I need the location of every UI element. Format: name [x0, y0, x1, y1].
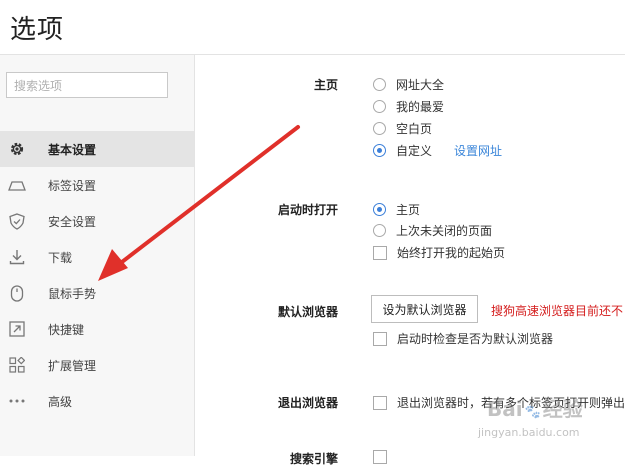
partial-checkbox-row[interactable]	[373, 450, 397, 464]
sidebar-item-advanced[interactable]: 高级	[0, 383, 194, 419]
sidebar-item-label: 高级	[48, 394, 73, 409]
sidebar-item-label: 快捷键	[48, 322, 85, 337]
sidebar-item-label: 安全设置	[48, 214, 97, 229]
radio-button[interactable]	[373, 78, 386, 91]
radio-button[interactable]	[373, 100, 386, 113]
sidebar-item-download[interactable]: 下载	[0, 239, 194, 275]
tab-icon	[8, 176, 26, 194]
startup-always-open-start-page[interactable]: 始终打开我的起始页	[373, 244, 505, 261]
sidebar-item-label: 鼠标手势	[48, 286, 97, 301]
homepage-section-label: 主页	[313, 78, 338, 92]
startup-section-label: 启动时打开	[277, 203, 338, 217]
gear-icon	[8, 140, 26, 158]
checkbox[interactable]	[373, 395, 387, 410]
page-title: 选项	[10, 15, 65, 45]
shield-icon	[8, 212, 26, 230]
download-icon	[8, 248, 26, 266]
shortcut-icon	[8, 320, 26, 338]
sidebar-item-label: 扩展管理	[48, 358, 97, 373]
radio-button[interactable]	[373, 122, 386, 135]
homepage-option-blank[interactable]: 空白页	[373, 120, 432, 137]
checkbox[interactable]	[373, 450, 387, 464]
radio-button-selected[interactable]	[373, 203, 386, 216]
search-input[interactable]: 搜索选项	[6, 72, 168, 98]
extensions-icon	[8, 356, 26, 374]
homepage-option-favorites[interactable]: 我的最爱	[373, 98, 444, 115]
default-browser-warning: 搜狗高速浏览器目前还不	[491, 304, 624, 318]
title-bar: 选项	[0, 0, 625, 55]
homepage-option-custom[interactable]: 自定义 设置网址	[373, 142, 502, 159]
sidebar-item-mouse-gestures[interactable]: 鼠标手势	[0, 275, 194, 311]
checkbox[interactable]	[373, 245, 387, 260]
homepage-option-hao123[interactable]: 网址大全	[373, 76, 444, 93]
watermark-logo: Bai 🐾 经验	[487, 397, 583, 421]
sidebar: 搜索选项 基本设置 标签设置 安全设置 下载 鼠标手势 快捷键 扩展管理 高级	[0, 55, 195, 456]
sidebar-item-extensions[interactable]: 扩展管理	[0, 347, 194, 383]
sidebar-item-shortcuts[interactable]: 快捷键	[0, 311, 194, 347]
check-default-on-startup[interactable]: 启动时检查是否为默认浏览器	[373, 330, 553, 347]
watermark-url: jingyan.baidu.com	[478, 426, 580, 439]
sidebar-item-label: 标签设置	[48, 178, 97, 193]
set-url-link[interactable]: 设置网址	[454, 142, 502, 159]
sidebar-item-security-settings[interactable]: 安全设置	[0, 203, 194, 239]
startup-option-homepage[interactable]: 主页	[373, 201, 420, 218]
sidebar-item-label: 下载	[48, 250, 73, 265]
startup-option-last-session[interactable]: 上次未关闭的页面	[373, 222, 492, 239]
exit-section-label: 退出浏览器	[277, 396, 338, 410]
set-default-browser-button[interactable]: 设为默认浏览器	[371, 295, 478, 323]
checkbox[interactable]	[373, 331, 387, 346]
sidebar-item-label: 基本设置	[48, 142, 97, 157]
mouse-icon	[8, 284, 26, 302]
default-browser-section-label: 默认浏览器	[277, 305, 338, 319]
radio-button-selected[interactable]	[373, 144, 386, 157]
sidebar-item-basic-settings[interactable]: 基本设置	[0, 131, 194, 167]
sidebar-item-tab-settings[interactable]: 标签设置	[0, 167, 194, 203]
search-engine-section-label: 搜索引擎	[289, 452, 338, 466]
more-icon	[8, 392, 26, 410]
radio-button[interactable]	[373, 224, 386, 237]
